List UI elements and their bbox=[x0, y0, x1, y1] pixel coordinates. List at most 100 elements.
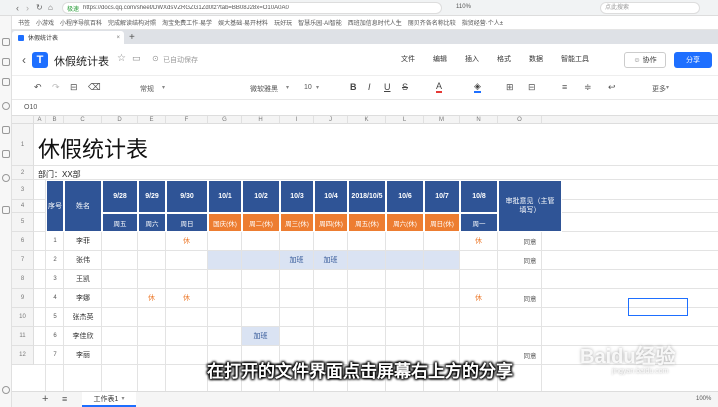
bookmark-item[interactable]: 完成解读结构对照 bbox=[108, 18, 156, 27]
tab-close-icon[interactable]: × bbox=[116, 35, 120, 41]
sidebar-search-icon[interactable] bbox=[2, 102, 10, 110]
fill-color-icon[interactable]: ◈ bbox=[474, 81, 481, 93]
mark-cell[interactable] bbox=[242, 308, 279, 326]
wrap-text-icon[interactable]: ↩ bbox=[608, 82, 616, 93]
mark-cell[interactable] bbox=[460, 308, 497, 326]
bold-icon[interactable]: B bbox=[350, 82, 357, 92]
clear-format-icon[interactable]: ⌫ bbox=[88, 82, 101, 93]
mark-cell[interactable] bbox=[102, 289, 137, 307]
mark-cell[interactable] bbox=[280, 327, 313, 345]
folder-icon[interactable]: ▭ bbox=[132, 53, 141, 64]
mark-cell[interactable] bbox=[386, 251, 423, 269]
mark-cell[interactable] bbox=[386, 327, 423, 345]
app-logo-icon[interactable]: T bbox=[32, 52, 48, 68]
date-header[interactable]: 10/3 bbox=[280, 180, 314, 213]
row-seq[interactable]: 2 bbox=[46, 251, 64, 269]
weekday-header[interactable]: 周六 bbox=[138, 213, 166, 232]
browser-search-input[interactable]: 点此搜索 bbox=[600, 2, 700, 14]
mark-cell[interactable] bbox=[242, 251, 279, 269]
weekday-header[interactable]: 周三(休) bbox=[280, 213, 314, 232]
browser-tab[interactable]: 休假统计表 × bbox=[12, 31, 124, 44]
sheet-tab[interactable]: 工作表1 ▾ bbox=[82, 392, 136, 407]
weekday-header[interactable]: 周六(休) bbox=[386, 213, 424, 232]
mark-cell[interactable] bbox=[460, 270, 497, 288]
formula-input[interactable] bbox=[72, 102, 712, 114]
mark-cell[interactable] bbox=[102, 270, 137, 288]
mark-cell[interactable] bbox=[280, 232, 313, 250]
mark-cell[interactable] bbox=[460, 327, 497, 345]
mark-cell[interactable] bbox=[460, 251, 497, 269]
sidebar-tools-icon[interactable] bbox=[2, 206, 10, 214]
menu-item[interactable]: 编辑 bbox=[424, 54, 456, 64]
sidebar-downloads-icon[interactable] bbox=[2, 78, 10, 86]
add-sheet-icon[interactable]: + bbox=[42, 393, 48, 405]
mark-cell[interactable] bbox=[280, 270, 313, 288]
more-tools-button[interactable]: 更多 bbox=[652, 84, 666, 94]
bookmark-item[interactable]: 西班加信息时代人生 bbox=[348, 18, 402, 27]
align-left-icon[interactable]: ≡ bbox=[562, 82, 567, 92]
sheet-list-icon[interactable]: ≡ bbox=[62, 394, 67, 404]
row-name[interactable]: 王凯 bbox=[64, 270, 102, 288]
dept-label[interactable]: 部门：XX部 bbox=[38, 169, 81, 180]
column-header[interactable]: K bbox=[348, 116, 386, 124]
mark-cell[interactable] bbox=[138, 327, 165, 345]
undo-icon[interactable]: ↶ bbox=[34, 82, 42, 93]
header-name[interactable]: 姓名 bbox=[64, 180, 102, 232]
column-header[interactable]: N bbox=[460, 116, 498, 124]
column-header[interactable]: G bbox=[208, 116, 242, 124]
number-style-select[interactable]: 常规 bbox=[140, 84, 154, 94]
mark-cell[interactable] bbox=[424, 308, 459, 326]
mark-cell[interactable] bbox=[348, 232, 385, 250]
mark-cell[interactable] bbox=[424, 327, 459, 345]
mark-cell[interactable] bbox=[314, 308, 347, 326]
weekday-header[interactable]: 周一 bbox=[460, 213, 498, 232]
date-header[interactable]: 10/1 bbox=[208, 180, 242, 213]
column-header[interactable]: B bbox=[46, 116, 64, 124]
mark-cell[interactable] bbox=[280, 289, 313, 307]
underline-icon[interactable]: U bbox=[384, 82, 391, 92]
mark-cell[interactable] bbox=[138, 232, 165, 250]
mark-cell[interactable]: 休 bbox=[166, 232, 207, 250]
mark-cell[interactable] bbox=[138, 251, 165, 269]
mark-cell[interactable] bbox=[102, 232, 137, 250]
mark-cell[interactable] bbox=[314, 270, 347, 288]
sheet-title[interactable]: 休假统计表 bbox=[38, 132, 148, 164]
mark-cell[interactable] bbox=[280, 308, 313, 326]
column-header[interactable]: A bbox=[34, 116, 46, 124]
bookmark-item[interactable]: 丽贝齐各名称比较 bbox=[408, 18, 456, 27]
row-seq[interactable]: 5 bbox=[46, 308, 64, 326]
url-field[interactable]: 极速 https://docs.qq.com/sheet/DWXdsVZRGZG… bbox=[62, 2, 442, 14]
row-header[interactable]: 12 bbox=[12, 346, 34, 365]
review-cell[interactable] bbox=[498, 270, 562, 288]
zoom-indicator[interactable]: 110% bbox=[456, 4, 471, 10]
row-header[interactable]: 8 bbox=[12, 270, 34, 289]
mark-cell[interactable]: 休 bbox=[460, 232, 497, 250]
weekday-header[interactable]: 周二(休) bbox=[242, 213, 280, 232]
menu-item[interactable]: 智能工具 bbox=[552, 54, 598, 64]
strikethrough-icon[interactable]: S bbox=[402, 82, 408, 92]
mark-cell[interactable]: 加班 bbox=[314, 251, 347, 269]
mark-cell[interactable] bbox=[242, 232, 279, 250]
font-color-icon[interactable]: A bbox=[436, 81, 443, 93]
mark-cell[interactable] bbox=[166, 327, 207, 345]
header-review[interactable]: 审批意见（主管填写） bbox=[498, 180, 562, 232]
row-header[interactable]: 7 bbox=[12, 251, 34, 270]
mark-cell[interactable] bbox=[424, 270, 459, 288]
mark-cell[interactable] bbox=[208, 289, 241, 307]
cell-reference[interactable]: O10 bbox=[24, 104, 37, 111]
mark-cell[interactable] bbox=[138, 308, 165, 326]
mark-cell[interactable]: 休 bbox=[138, 289, 165, 307]
mark-cell[interactable] bbox=[166, 270, 207, 288]
bookmark-item[interactable]: 小游戏 bbox=[36, 18, 54, 27]
date-header[interactable]: 10/6 bbox=[386, 180, 424, 213]
row-header[interactable]: 9 bbox=[12, 289, 34, 308]
mark-cell[interactable] bbox=[424, 289, 459, 307]
column-header[interactable]: L bbox=[386, 116, 424, 124]
mark-cell[interactable] bbox=[208, 251, 241, 269]
mark-cell[interactable] bbox=[102, 251, 137, 269]
merge-cells-icon[interactable]: ⊟ bbox=[528, 82, 536, 93]
mark-cell[interactable] bbox=[208, 270, 241, 288]
row-header[interactable]: 5 bbox=[12, 213, 34, 232]
mark-cell[interactable] bbox=[314, 327, 347, 345]
italic-icon[interactable]: I bbox=[368, 82, 371, 92]
